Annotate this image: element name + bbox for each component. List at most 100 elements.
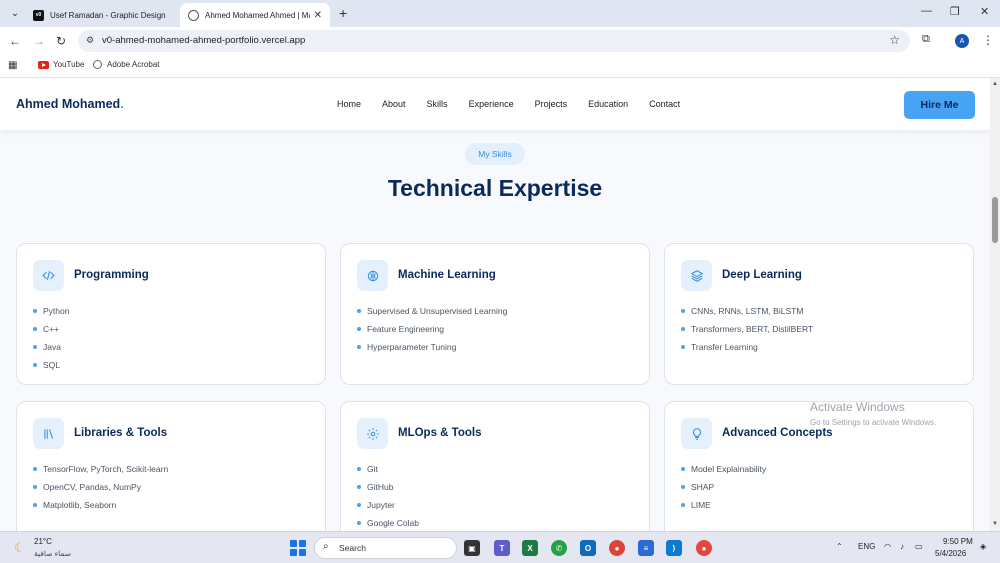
skill-card-programming: Programming Python C++ Java SQL xyxy=(16,243,326,385)
bookmarks-bar: ▦ YouTube Adobe Acrobat xyxy=(0,56,1000,78)
list-item: Feature Engineering xyxy=(357,320,507,338)
clock-date[interactable]: 5/4/2026 xyxy=(935,549,966,558)
bookmark-adobe-acrobat[interactable]: Adobe Acrobat xyxy=(93,60,159,69)
excel-icon[interactable]: X xyxy=(522,540,538,556)
profile-avatar[interactable]: A xyxy=(955,34,969,48)
list-item: GitHub xyxy=(357,478,419,496)
teams-icon[interactable]: T xyxy=(494,540,510,556)
lightbulb-icon xyxy=(681,418,712,449)
card-title: Libraries & Tools xyxy=(74,427,168,439)
skill-list: Model Explainability SHAP LIME xyxy=(681,460,766,514)
skill-card-deep-learning: Deep Learning CNNs, RNNs, LSTM, BiLSTM T… xyxy=(664,243,974,385)
section-badge: My Skills xyxy=(465,143,525,165)
nav-about[interactable]: About xyxy=(382,99,406,109)
forward-arrow-icon[interactable]: → xyxy=(33,34,45,48)
skill-list: Supervised & Unsupervised Learning Featu… xyxy=(357,302,507,356)
nav-projects[interactable]: Projects xyxy=(535,99,568,109)
bookmark-label: Adobe Acrobat xyxy=(107,60,160,69)
list-item: Transfer Learning xyxy=(681,338,813,356)
bookmark-label: YouTube xyxy=(53,60,85,69)
scroll-up-arrow-icon[interactable]: ▲ xyxy=(992,81,998,87)
scrollbar-thumb[interactable] xyxy=(992,197,998,243)
skill-card-libraries-tools: Libraries & Tools TensorFlow, PyTorch, S… xyxy=(16,401,326,531)
card-title: Programming xyxy=(74,269,149,281)
more-menu-icon[interactable]: ⋮ xyxy=(982,33,994,47)
minimize-icon[interactable]: — xyxy=(921,5,932,17)
volume-icon[interactable]: ♪ xyxy=(900,542,904,551)
site-info-icon[interactable]: ⚙ xyxy=(86,35,94,46)
card-title: Deep Learning xyxy=(722,269,802,281)
bookmark-youtube[interactable]: YouTube xyxy=(38,60,84,69)
list-item: Java xyxy=(33,338,69,356)
windows-taskbar: ☾ 21°C سماء صافية ⌕ Search ▣ T X ✆ O ● ≡… xyxy=(0,531,1000,563)
reload-icon[interactable]: ↻ xyxy=(56,34,66,48)
whatsapp-icon[interactable]: ✆ xyxy=(551,540,567,556)
nav-contact[interactable]: Contact xyxy=(649,99,680,109)
notifications-icon[interactable]: ◈ xyxy=(980,542,986,551)
nav-experience[interactable]: Experience xyxy=(469,99,514,109)
tray-chevron-up-icon[interactable]: ⌃ xyxy=(836,542,843,551)
database-icon[interactable]: ≡ xyxy=(638,540,654,556)
wifi-icon[interactable]: ◠ xyxy=(884,542,891,551)
language-indicator[interactable]: ENG xyxy=(858,542,875,551)
taskbar-search[interactable]: ⌕ Search xyxy=(314,537,457,559)
battery-icon[interactable]: ▭ xyxy=(915,542,923,551)
skill-card-mlops-tools: MLOps & Tools Git GitHub Jupyter Google … xyxy=(340,401,650,531)
tab-title: Usef Ramadan - Graphic Design xyxy=(50,10,166,20)
list-item: Supervised & Unsupervised Learning xyxy=(357,302,507,320)
youtube-icon xyxy=(38,60,49,69)
skill-card-machine-learning: Machine Learning Supervised & Unsupervis… xyxy=(340,243,650,385)
chrome-profile-icon[interactable]: ● xyxy=(696,540,712,556)
code-icon xyxy=(33,260,64,291)
address-bar[interactable]: ⚙ v0-ahmed-mohamed-ahmed-portfolio.verce… xyxy=(78,30,910,52)
library-icon xyxy=(33,418,64,449)
card-title: MLOps & Tools xyxy=(398,427,482,439)
list-item: Hyperparameter Tuning xyxy=(357,338,507,356)
weather-description[interactable]: سماء صافية xyxy=(34,549,71,558)
clock-time[interactable]: 9:50 PM xyxy=(943,537,973,546)
tab-usef-ramadan[interactable]: v0 Usef Ramadan - Graphic Design ✕ xyxy=(25,3,201,27)
outlook-icon[interactable]: O xyxy=(580,540,596,556)
chrome-icon[interactable]: ● xyxy=(609,540,625,556)
tab-title: Ahmed Mohamed Ahmed | Ma xyxy=(205,10,310,20)
restore-icon[interactable]: ❐ xyxy=(950,5,960,18)
vscode-icon[interactable]: ⟩ xyxy=(666,540,682,556)
apps-grid-icon[interactable]: ▦ xyxy=(8,60,17,71)
scroll-down-arrow-icon[interactable]: ▼ xyxy=(992,521,998,527)
nav-home[interactable]: Home xyxy=(337,99,361,109)
list-item: SQL xyxy=(33,356,69,374)
tab-search-chevron-icon[interactable]: ⌄ xyxy=(6,5,24,21)
brain-icon xyxy=(357,260,388,291)
extensions-puzzle-icon[interactable]: ⧉ xyxy=(922,33,930,46)
tab-ahmed-mohamed[interactable]: Ahmed Mohamed Ahmed | Ma ✕ xyxy=(180,3,330,27)
url-text[interactable]: v0-ahmed-mohamed-ahmed-portfolio.vercel.… xyxy=(102,35,305,46)
start-windows-icon[interactable] xyxy=(290,540,306,556)
search-placeholder: Search xyxy=(339,543,366,553)
weather-temperature[interactable]: 21°C xyxy=(34,537,52,546)
weather-moon-icon[interactable]: ☾ xyxy=(14,540,26,556)
globe-favicon-icon xyxy=(188,9,199,21)
new-tab-plus-icon[interactable]: + xyxy=(339,5,347,21)
card-title: Advanced Concepts xyxy=(722,427,833,439)
site-header: Ahmed Mohamed. Home About Skills Experie… xyxy=(0,78,990,130)
bookmark-star-icon[interactable]: ☆ xyxy=(889,33,900,47)
list-item: SHAP xyxy=(681,478,766,496)
nav-skills[interactable]: Skills xyxy=(427,99,448,109)
site-logo[interactable]: Ahmed Mohamed. xyxy=(16,97,124,111)
hire-me-button[interactable]: Hire Me xyxy=(904,91,975,119)
list-item: Matplotlib, Seaborn xyxy=(33,496,168,514)
nav-education[interactable]: Education xyxy=(588,99,628,109)
browser-toolbar: ← → ↻ ⚙ v0-ahmed-mohamed-ahmed-portfolio… xyxy=(0,27,1000,56)
list-item: C++ xyxy=(33,320,69,338)
back-arrow-icon[interactable]: ← xyxy=(9,34,21,48)
window-close-icon[interactable]: ✕ xyxy=(980,5,989,18)
v0-favicon-icon: v0 xyxy=(33,9,44,21)
watermark-subtitle: Go to Settings to activate Windows. xyxy=(810,418,937,427)
page-scrollbar[interactable] xyxy=(990,78,1000,531)
task-view-icon[interactable]: ▣ xyxy=(464,540,480,556)
globe-icon xyxy=(93,60,102,69)
close-icon[interactable]: ✕ xyxy=(314,10,322,21)
list-item: Jupyter xyxy=(357,496,419,514)
section-title: Technical Expertise xyxy=(387,175,603,201)
search-icon: ⌕ xyxy=(323,541,329,552)
